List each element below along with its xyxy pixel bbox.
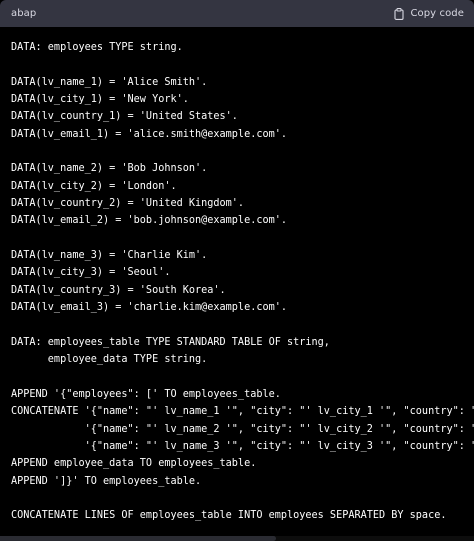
code-line: DATA(lv_city_1) = 'New York'. [11,94,189,106]
code-line: DATA: employees TYPE string. [11,42,183,53]
code-line: DATA(lv_name_1) = 'Alice Smith'. [11,76,208,88]
code-line: DATA(lv_city_3) = 'Seoul'. [11,267,171,279]
code-line: CONCATENATE '{"name": "' lv_name_1 '", "… [11,406,474,418]
code-line: '{"name": "' lv_name_2 '", "city": "' lv… [11,423,474,435]
code-line: DATA(lv_email_3) = 'charlie.kim@example.… [11,302,288,314]
code-line: DATA(lv_email_2) = 'bob.johnson@example.… [11,215,288,227]
code-line: APPEND '{"employees": [' TO employees_ta… [11,388,281,400]
code-line: APPEND employee_data TO employees_table. [11,458,257,470]
code-line: DATA(lv_name_3) = 'Charlie Kim'. [11,250,208,262]
code-block: abap Copy code DATA: employees TYPE stri… [0,0,474,541]
code-line: DATA(lv_city_2) = 'London'. [11,180,177,192]
code-line: DATA: employees_table TYPE STANDARD TABL… [11,336,330,348]
language-label: abap [11,8,37,19]
code-content: DATA: employees TYPE string. DATA(lv_name… [11,39,474,525]
code-line: '{"name": "' lv_name_3 '", "city": "' lv… [11,440,474,452]
code-line: DATA(lv_country_2) = 'United Kingdom'. [11,198,245,210]
code-line: DATA(lv_country_3) = 'South Korea'. [11,284,226,296]
code-line: APPEND ']}' TO employees_table. [11,475,202,487]
code-line: CONCATENATE LINES OF employees_table INT… [11,510,447,522]
code-line: DATA(lv_name_2) = 'Bob Johnson'. [11,163,208,175]
code-block-header: abap Copy code [0,0,474,27]
code-line: DATA(lv_country_1) = 'United States'. [11,111,238,123]
horizontal-scrollbar-thumb[interactable] [0,536,276,541]
clipboard-icon [394,7,404,20]
code-line: DATA(lv_email_1) = 'alice.smith@example.… [11,128,288,140]
copy-code-label: Copy code [410,8,464,19]
copy-code-button[interactable]: Copy code [394,7,464,20]
code-line: employee_data TYPE string. [11,354,208,366]
